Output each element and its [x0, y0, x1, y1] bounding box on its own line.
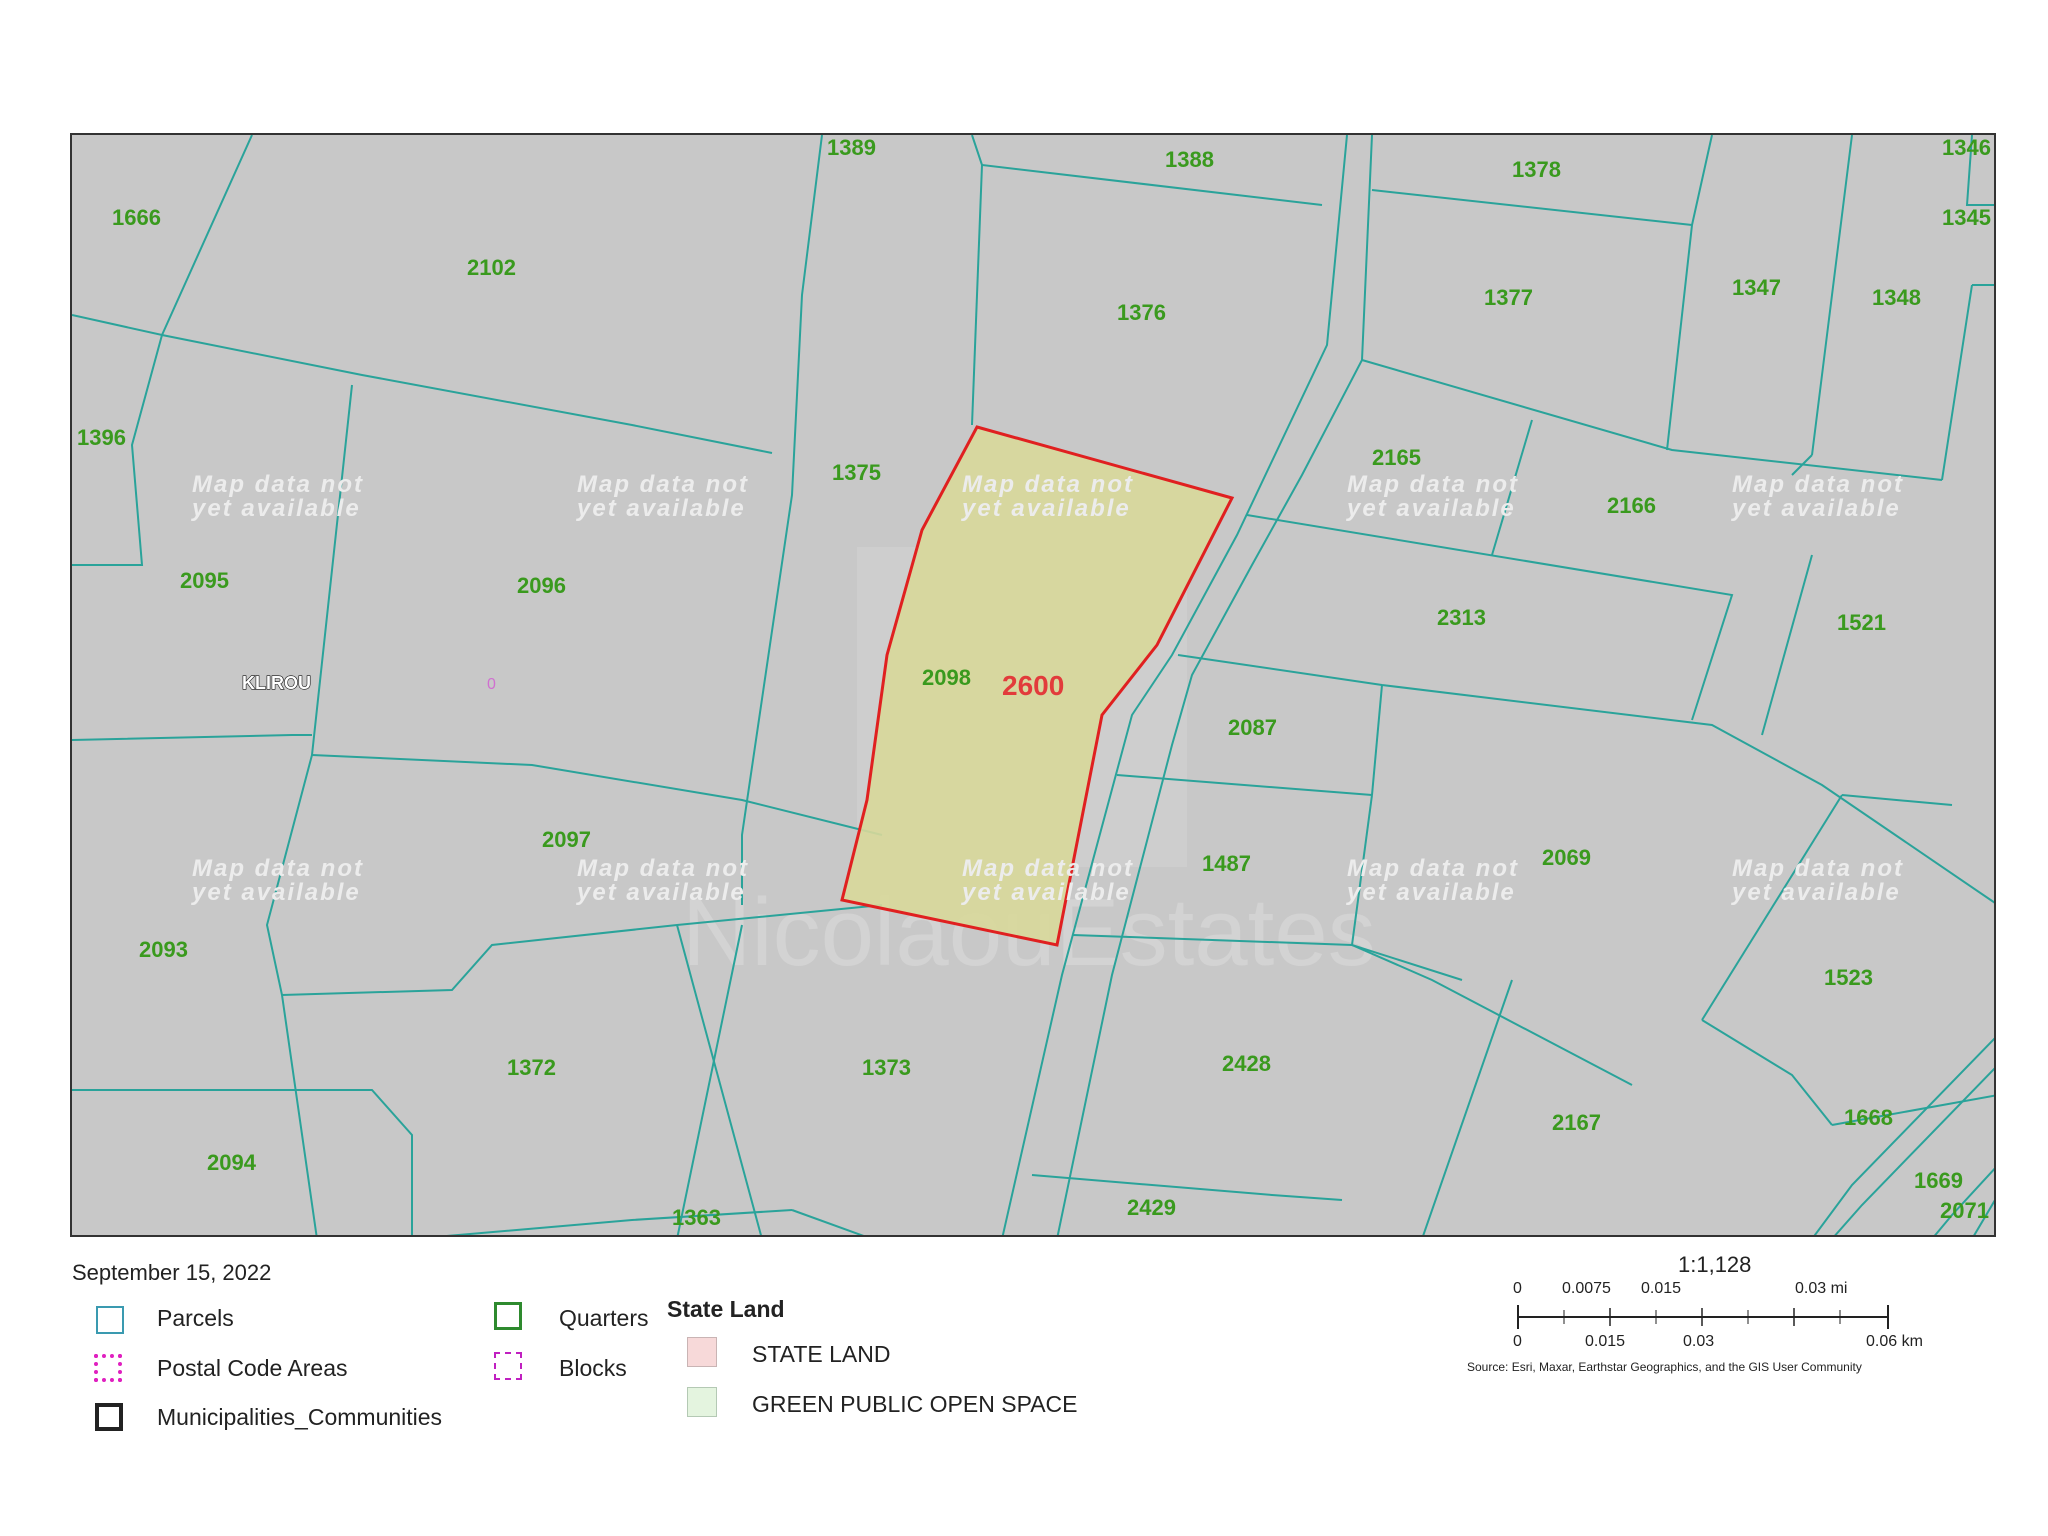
parcel-label: 1487 — [1202, 851, 1251, 876]
parcel-label: 1377 — [1484, 285, 1533, 310]
highlighted-parcel-label: 2600 — [1002, 670, 1064, 701]
parcel-label: 1666 — [112, 205, 161, 230]
nodata-line-2: yet available — [191, 495, 361, 522]
nodata-line-1: Map data not — [577, 855, 749, 882]
parcel-label: 2166 — [1607, 493, 1656, 518]
parcel-label: 2313 — [1437, 605, 1486, 630]
nodata-line-1: Map data not — [962, 855, 1134, 882]
nodata-line-2: yet available — [1731, 879, 1901, 906]
parcel-label: 2102 — [467, 255, 516, 280]
parcel-label: 1348 — [1872, 285, 1921, 310]
parcel-label: 1345 — [1942, 205, 1991, 230]
scale-km-tick-2: 0.03 — [1683, 1333, 1715, 1350]
parcel-label: 1375 — [832, 460, 881, 485]
nodata-line-2: yet available — [1346, 879, 1516, 906]
state-land-swatch — [687, 1337, 717, 1367]
postal-code-areas-swatch — [94, 1354, 122, 1382]
legend-postal-code-areas-label: Postal Code Areas — [157, 1355, 348, 1381]
parcel-label: 2096 — [517, 573, 566, 598]
parcel-label: 1521 — [1837, 610, 1886, 635]
parcel-label: 1346 — [1942, 135, 1991, 160]
parcel-label: 2165 — [1372, 445, 1421, 470]
parcel-label: 1396 — [77, 425, 126, 450]
legend-state-land-label: STATE LAND — [752, 1341, 891, 1367]
nodata-line-1: Map data not — [1347, 855, 1519, 882]
scale-km-tick-0: 0 — [1513, 1333, 1522, 1350]
municipalities-swatch — [95, 1403, 123, 1431]
scale-bar — [1517, 1305, 1889, 1329]
scale-mi-tick-1: 0.0075 — [1562, 1280, 1611, 1297]
nodata-line-1: Map data not — [1732, 471, 1904, 498]
parcel-label: 1347 — [1732, 275, 1781, 300]
parcel-label: 1523 — [1824, 965, 1873, 990]
map-view[interactable]: NicolaouEstates — [70, 133, 1996, 1237]
quarters-swatch — [494, 1302, 522, 1330]
legend-green-space-label: GREEN PUBLIC OPEN SPACE — [752, 1391, 1078, 1417]
nodata-line-2: yet available — [961, 495, 1131, 522]
nodata-line-1: Map data not — [1347, 471, 1519, 498]
green-space-swatch — [687, 1387, 717, 1417]
block-label: 0 — [487, 676, 496, 693]
nodata-line-1: Map data not — [577, 471, 749, 498]
scale-mi-tick-2: 0.015 — [1641, 1280, 1682, 1297]
parcel-label: 1378 — [1512, 157, 1561, 182]
parcel-label: 1373 — [862, 1055, 911, 1080]
legend-state-land-title: State Land — [667, 1296, 785, 1322]
legend-parcels-label: Parcels — [157, 1305, 234, 1331]
source-attribution: Source: Esri, Maxar, Earthstar Geographi… — [1467, 1360, 1862, 1374]
legend-quarters-label: Quarters — [559, 1305, 649, 1331]
parcel-label: 1388 — [1165, 147, 1214, 172]
parcel-label: 2428 — [1222, 1051, 1271, 1076]
nodata-line-1: Map data not — [962, 471, 1134, 498]
nodata-line-2: yet available — [191, 879, 361, 906]
nodata-line-2: yet available — [576, 879, 746, 906]
blocks-swatch — [494, 1352, 522, 1380]
nodata-line-2: yet available — [1346, 495, 1516, 522]
legend-blocks-label: Blocks — [559, 1355, 627, 1381]
nodata-line-1: Map data not — [1732, 855, 1904, 882]
parcel-label: 2071 — [1940, 1198, 1989, 1223]
scale-mi-tick-3: 0.03 mi — [1795, 1280, 1848, 1297]
parcel-label: 2094 — [207, 1150, 257, 1175]
parcels-swatch — [96, 1306, 124, 1334]
nodata-line-2: yet available — [1731, 495, 1901, 522]
nodata-line-1: Map data not — [192, 471, 364, 498]
parcel-label: 1376 — [1117, 300, 1166, 325]
locality-label: KLIROU — [242, 673, 311, 693]
nodata-line-2: yet available — [576, 495, 746, 522]
parcel-label: 1363 — [672, 1205, 721, 1230]
scale-ratio: 1:1,128 — [1678, 1252, 1752, 1277]
parcel-label: 2098 — [922, 665, 971, 690]
scale-km-tick-1: 0.015 — [1585, 1333, 1626, 1350]
map-date: September 15, 2022 — [72, 1260, 272, 1285]
parcel-label: 2097 — [542, 827, 591, 852]
parcel-label: 1669 — [1914, 1168, 1963, 1193]
parcel-label: 2087 — [1228, 715, 1277, 740]
parcel-label: 2069 — [1542, 845, 1591, 870]
nodata-line-1: Map data not — [192, 855, 364, 882]
parcel-label: 2167 — [1552, 1110, 1601, 1135]
parcel-label: 1372 — [507, 1055, 556, 1080]
nodata-line-2: yet available — [961, 879, 1131, 906]
scale-mi-tick-0: 0 — [1513, 1280, 1522, 1297]
parcel-label: 2429 — [1127, 1195, 1176, 1220]
parcel-label: 2093 — [139, 937, 188, 962]
legend-municipalities-label: Municipalities_Communities — [157, 1404, 443, 1430]
parcel-label: 1389 — [827, 135, 876, 160]
scale-km-tick-3: 0.06 km — [1866, 1333, 1923, 1350]
parcel-map: NicolaouEstates — [72, 135, 1994, 1235]
parcel-label: 1668 — [1844, 1105, 1893, 1130]
parcel-label: 2095 — [180, 568, 229, 593]
